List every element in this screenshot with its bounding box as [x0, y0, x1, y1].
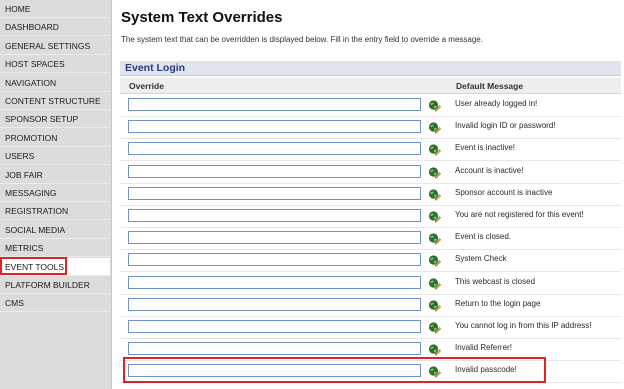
override-input[interactable] — [128, 320, 421, 333]
override-row: User already logged in! — [120, 95, 621, 117]
override-row: Account is inactive! — [120, 162, 621, 184]
globe-edit-icon[interactable] — [428, 121, 442, 134]
globe-edit-icon[interactable] — [428, 210, 442, 223]
override-row: Return to the login page — [120, 295, 621, 317]
globe-edit-icon[interactable] — [428, 188, 442, 201]
override-row: Invalid login ID or password! — [120, 117, 621, 140]
default-message: You are not registered for this event! — [455, 210, 584, 219]
override-column-header: Override — [129, 81, 164, 91]
globe-edit-icon[interactable] — [428, 254, 442, 267]
globe-edit-icon[interactable] — [428, 166, 442, 179]
default-message: This webcast is closed — [455, 276, 536, 286]
sidebar-item-sponsor-setup[interactable]: SPONSOR SETUP — [0, 110, 110, 129]
default-message: Event is inactive! — [455, 143, 516, 153]
globe-edit-icon[interactable] — [428, 99, 442, 112]
sidebar-item-content-structure[interactable]: CONTENT STRUCTURE — [0, 92, 110, 110]
override-row: Invalid passcode! — [120, 361, 621, 384]
override-input[interactable] — [128, 297, 421, 311]
override-input[interactable] — [128, 186, 421, 200]
column-headers: Override Default Message — [120, 78, 621, 94]
override-row: This webcast is closed — [120, 273, 621, 295]
section-header-event-login: Event Login — [120, 61, 621, 76]
override-row: Event is closed. — [120, 228, 621, 251]
override-input[interactable] — [128, 142, 421, 156]
default-message: You cannot log in from this IP address! — [455, 321, 592, 330]
override-row: Sponsor account is inactive — [120, 184, 621, 206]
default-message: System Check — [455, 254, 507, 264]
globe-edit-icon[interactable] — [428, 232, 442, 245]
sidebar-item-metrics[interactable]: METRICS — [0, 239, 110, 258]
sidebar-item-dashboard[interactable]: DASHBOARD — [0, 18, 110, 37]
globe-edit-icon[interactable] — [428, 299, 442, 312]
override-input[interactable] — [128, 209, 421, 222]
override-row: System Check — [120, 250, 621, 273]
override-input[interactable] — [128, 342, 421, 356]
override-input[interactable] — [128, 253, 421, 267]
globe-edit-icon[interactable] — [428, 365, 442, 378]
page-title: System Text Overrides — [121, 9, 283, 26]
sidebar: HOME DASHBOARD GENERAL SETTINGS HOST SPACES… — [0, 0, 112, 389]
default-message-column-header: Default Message — [456, 81, 524, 91]
sidebar-item-users[interactable]: USERS — [0, 147, 110, 166]
override-input[interactable] — [128, 120, 421, 134]
default-message: Invalid passcode! — [455, 365, 517, 375]
default-message: Invalid login ID or password! — [455, 121, 556, 131]
default-message: Event is closed. — [455, 232, 512, 242]
globe-edit-icon[interactable] — [428, 321, 442, 334]
override-input[interactable] — [128, 231, 421, 245]
override-input[interactable] — [128, 364, 421, 378]
default-message: Invalid Referrer! — [455, 343, 512, 353]
globe-edit-icon[interactable] — [428, 343, 442, 356]
page-description: The system text that can be overridden i… — [121, 35, 483, 44]
default-message: Return to the login page — [455, 298, 541, 308]
sidebar-item-registration[interactable]: REGISTRATION — [0, 202, 110, 221]
globe-edit-icon[interactable] — [428, 277, 442, 290]
sidebar-item-home[interactable]: HOME — [0, 0, 110, 18]
default-message: User already logged in! — [455, 99, 538, 108]
sidebar-item-event-tools[interactable]: EVENT TOOLS — [0, 257, 110, 276]
sidebar-item-host-spaces[interactable]: HOST SPACES — [0, 55, 110, 74]
override-row: Event is inactive! — [120, 139, 621, 162]
sidebar-item-platform-builder[interactable]: PLATFORM BUILDER — [0, 276, 110, 294]
sidebar-item-general-settings[interactable]: GENERAL SETTINGS — [0, 37, 110, 55]
sidebar-item-navigation[interactable]: NAVIGATION — [0, 74, 110, 92]
sidebar-item-messaging[interactable]: MESSAGING — [0, 184, 110, 202]
sidebar-item-job-fair[interactable]: JOB FAIR — [0, 166, 110, 184]
sidebar-item-social-media[interactable]: SOCIAL MEDIA — [0, 221, 110, 239]
default-message: Sponsor account is inactive — [455, 187, 553, 197]
override-row: You are not registered for this event! — [120, 206, 621, 228]
default-message: Account is inactive! — [455, 165, 524, 175]
sidebar-item-cms[interactable]: CMS — [0, 294, 110, 313]
override-row: You cannot log in from this IP address! — [120, 317, 621, 339]
override-input[interactable] — [128, 164, 421, 178]
override-row: Invalid Referrer! — [120, 339, 621, 362]
globe-edit-icon[interactable] — [428, 143, 442, 156]
sidebar-item-promotion[interactable]: PROMOTION — [0, 129, 110, 147]
override-input[interactable] — [128, 275, 421, 289]
override-input[interactable] — [128, 98, 421, 111]
